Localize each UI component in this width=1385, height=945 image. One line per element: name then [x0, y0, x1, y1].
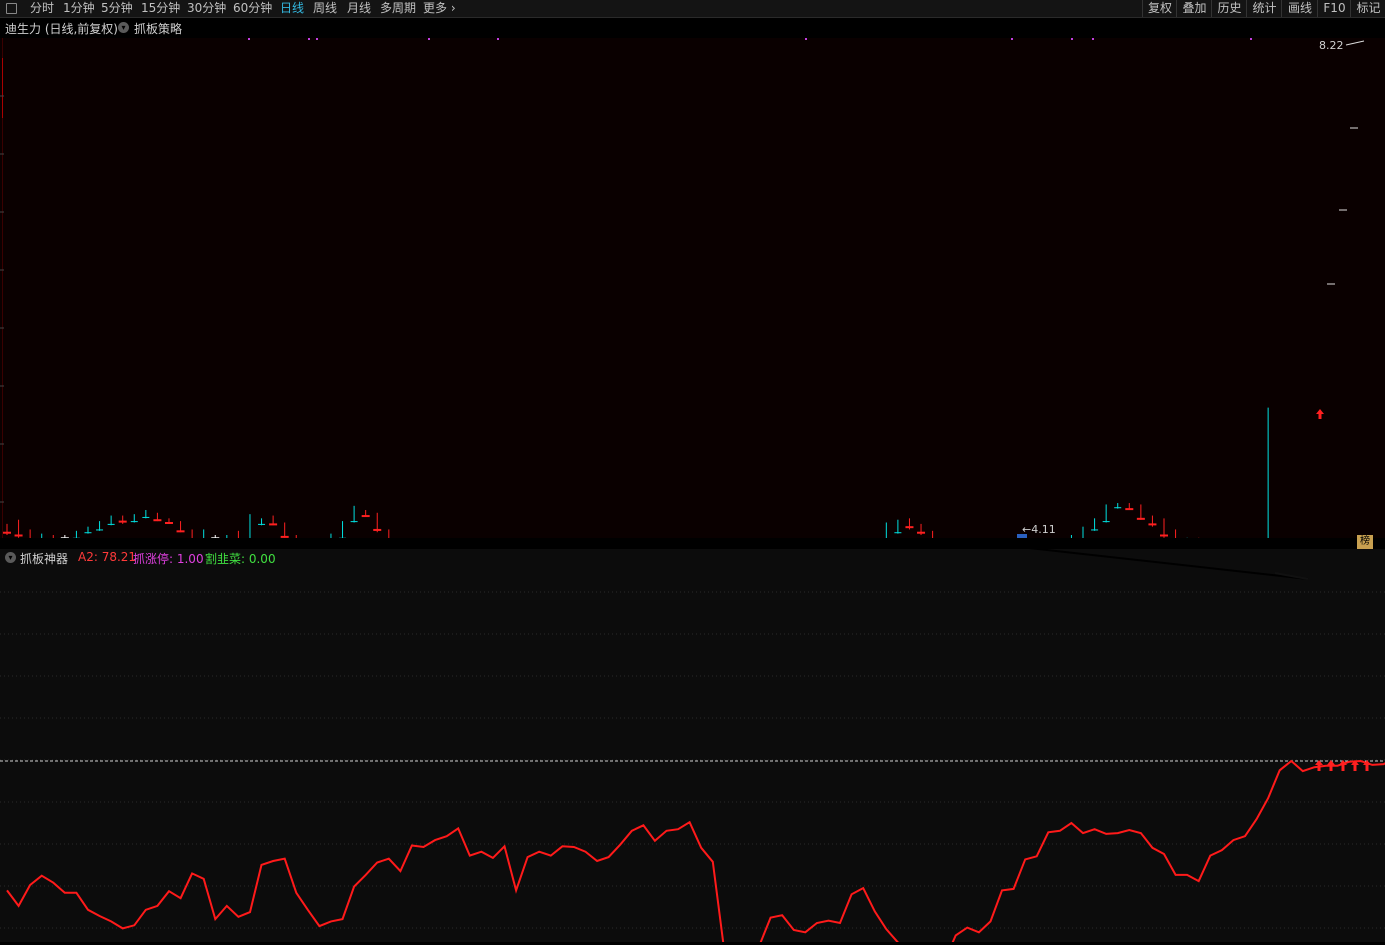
candle-up	[362, 516, 369, 517]
candle-chart-svg: 8.22 ←4.11	[0, 38, 1385, 538]
period-9[interactable]: 多周期	[380, 1, 416, 16]
candle-down	[1091, 529, 1098, 530]
signal-tick	[248, 38, 250, 40]
candle-down	[258, 524, 265, 525]
candle-down	[131, 521, 138, 522]
candle-up	[1137, 518, 1144, 519]
a2-value: A2: 78.21	[78, 550, 136, 564]
candle-up	[15, 535, 22, 536]
strategy-name[interactable]: 抓板策略	[134, 20, 182, 37]
signal-tick	[1250, 38, 1252, 40]
candle-down	[142, 517, 149, 518]
indicator-header: ▾ 抓板神器 A2: 78.21 抓涨停: 1.00 割韭菜: 0.00	[0, 550, 600, 566]
period-7[interactable]: 周线	[313, 1, 337, 16]
low-price-label: ←4.11	[1022, 523, 1056, 536]
indicator-chart-svg	[0, 549, 1385, 942]
candle-down	[894, 532, 901, 533]
candle-down	[84, 532, 91, 533]
period-6[interactable]: 日线	[280, 1, 304, 16]
candle-down	[1114, 507, 1121, 508]
candle-up	[270, 524, 277, 525]
signal-tick	[1011, 38, 1013, 40]
chart-info-bar: 迪生力 (日线,前复权) ▾ 抓板策略	[0, 18, 1385, 38]
main-candle-chart[interactable]: 8.22 ←4.11	[0, 38, 1385, 538]
toolbar-button-4[interactable]: 画线	[1281, 0, 1318, 17]
toolbar-button-3[interactable]: 统计	[1246, 0, 1282, 17]
period-1[interactable]: 1分钟	[63, 1, 95, 16]
toolbar-button-6[interactable]: 标记	[1350, 0, 1385, 17]
toolbar-button-1[interactable]: 叠加	[1176, 0, 1212, 17]
candle-up	[119, 521, 126, 522]
candle-down	[96, 529, 103, 530]
candle-up	[918, 532, 925, 533]
candle-up	[1161, 535, 1168, 536]
signal-tick	[308, 38, 310, 40]
signal-tick	[316, 38, 318, 40]
period-10[interactable]: 更多 ›	[423, 1, 456, 16]
stock-title[interactable]: 迪生力 (日线,前复权)	[5, 20, 118, 37]
signal-tick	[1071, 38, 1073, 40]
period-8[interactable]: 月线	[347, 1, 371, 16]
signal-tick	[805, 38, 807, 40]
rank-badge[interactable]: 榜	[1357, 535, 1373, 549]
candle-up	[1126, 509, 1133, 510]
toolbar-button-5[interactable]: F10	[1317, 0, 1351, 17]
indicator-name[interactable]: 抓板神器	[20, 550, 68, 567]
period-2[interactable]: 5分钟	[101, 1, 133, 16]
signal-tick	[1092, 38, 1094, 40]
toolbar-button-0[interactable]: 复权	[1142, 0, 1177, 17]
gejiucai-value: 割韭菜: 0.00	[205, 550, 276, 567]
period-3[interactable]: 15分钟	[141, 1, 180, 16]
candle-down	[1103, 521, 1110, 522]
layout-toggle-icon[interactable]	[6, 3, 17, 14]
period-0[interactable]: 分时	[30, 1, 54, 16]
indicator-panel[interactable]	[0, 549, 1385, 942]
period-5[interactable]: 60分钟	[233, 1, 272, 16]
candle-up	[4, 532, 11, 533]
strategy-chevron-icon[interactable]: ▾	[118, 22, 129, 33]
signal-tick	[497, 38, 499, 40]
panel-divider[interactable]	[0, 538, 1385, 549]
candle-down	[108, 524, 115, 525]
candle-up	[906, 527, 913, 528]
period-toolbar: 分时 1分钟 5分钟 15分钟 30分钟 60分钟日线周线月线多周期更多 › 复权叠加历史…	[0, 0, 1385, 18]
candle-up	[154, 520, 161, 521]
candle-down	[351, 521, 358, 522]
candle-up	[1149, 524, 1156, 525]
candle-up	[165, 523, 172, 524]
zhangting-value: 抓涨停: 1.00	[133, 550, 204, 567]
connector-line	[930, 549, 1308, 579]
candle-up	[374, 529, 381, 530]
high-arrow	[1346, 41, 1364, 45]
signal-tick	[428, 38, 430, 40]
buy-arrow-icon	[1316, 409, 1324, 419]
period-4[interactable]: 30分钟	[187, 1, 226, 16]
high-price-label: 8.22	[1319, 39, 1344, 52]
candle-up	[177, 531, 184, 532]
toolbar-button-2[interactable]: 历史	[1211, 0, 1247, 17]
indicator-chevron-icon[interactable]: ▾	[5, 552, 16, 563]
